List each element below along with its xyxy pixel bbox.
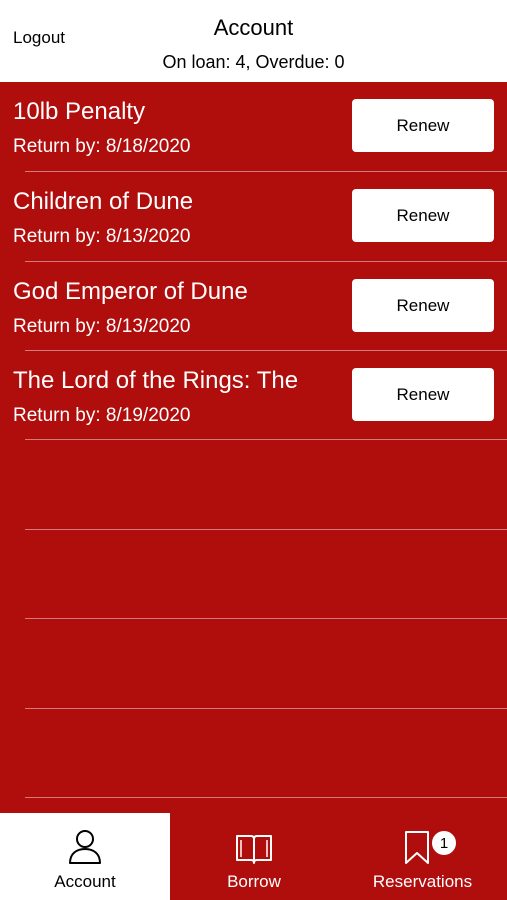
list-item: 10lb Penalty Return by: 8/18/2020 Renew bbox=[0, 82, 507, 172]
header-bar: Logout Account On loan: 4, Overdue: 0 bbox=[0, 0, 507, 82]
loan-list[interactable]: 10lb Penalty Return by: 8/18/2020 Renew … bbox=[0, 82, 507, 813]
book-title: 10lb Penalty bbox=[13, 98, 146, 125]
list-item: Children of Dune Return by: 8/13/2020 Re… bbox=[0, 172, 507, 262]
renew-button[interactable]: Renew bbox=[352, 189, 494, 242]
return-date: Return by: 8/13/2020 bbox=[13, 316, 191, 337]
list-item: The Lord of the Rings: The Return by: 8/… bbox=[0, 351, 507, 441]
divider bbox=[25, 529, 507, 530]
return-date: Return by: 8/19/2020 bbox=[13, 405, 191, 426]
tab-bar: Account Borrow 1 Reservations bbox=[0, 813, 507, 900]
person-icon bbox=[69, 830, 101, 864]
return-date: Return by: 8/13/2020 bbox=[13, 226, 191, 247]
page-title: Account bbox=[213, 15, 294, 40]
book-icon bbox=[236, 835, 272, 864]
book-title: God Emperor of Dune bbox=[13, 278, 248, 305]
book-title: Children of Dune bbox=[13, 188, 194, 215]
list-item: God Emperor of Dune Return by: 8/13/2020… bbox=[0, 262, 507, 352]
divider bbox=[25, 797, 507, 798]
tab-reservations[interactable]: 1 Reservations bbox=[338, 813, 507, 900]
divider bbox=[25, 708, 507, 709]
tab-account[interactable]: Account bbox=[0, 813, 170, 900]
renew-button[interactable]: Renew bbox=[352, 99, 494, 152]
return-date: Return by: 8/18/2020 bbox=[13, 136, 191, 157]
tab-label: Borrow bbox=[227, 872, 281, 891]
renew-button[interactable]: Renew bbox=[352, 279, 494, 332]
divider bbox=[25, 439, 507, 440]
loan-summary: On loan: 4, Overdue: 0 bbox=[162, 52, 345, 72]
tab-label: Reservations bbox=[372, 872, 473, 891]
book-title: The Lord of the Rings: The bbox=[13, 367, 299, 394]
divider bbox=[25, 618, 507, 619]
reservation-count-badge: 1 bbox=[430, 829, 458, 857]
tab-label: Account bbox=[54, 872, 116, 891]
renew-button[interactable]: Renew bbox=[352, 368, 494, 421]
tab-borrow[interactable]: Borrow bbox=[170, 813, 338, 900]
